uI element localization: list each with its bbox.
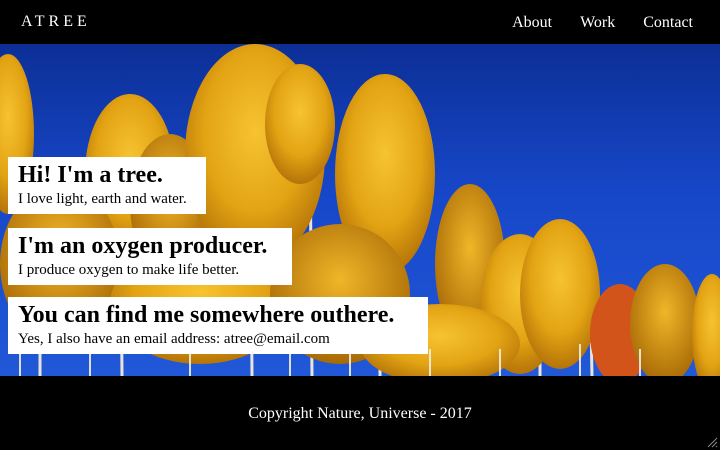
oxygen-card: I'm an oxygen producer. I produce oxygen… (8, 228, 292, 285)
nav-contact-link[interactable]: Contact (643, 14, 693, 32)
resize-grip-icon[interactable] (706, 436, 718, 448)
site-logo[interactable]: ATREE (21, 13, 91, 31)
nav-work-link[interactable]: Work (580, 14, 615, 32)
main-nav: About Work Contact (512, 14, 693, 32)
intro-text: I love light, earth and water. (18, 191, 187, 207)
copyright-text: Copyright Nature, Universe - 2017 (248, 405, 472, 422)
oxygen-text: I produce oxygen to make life better. (18, 262, 240, 278)
site-header: ATREE About Work Contact (0, 0, 720, 44)
nav-about-link[interactable]: About (512, 14, 552, 32)
intro-heading: Hi! I'm a tree. (18, 162, 163, 188)
oxygen-heading: I'm an oxygen producer. (18, 233, 268, 259)
contact-card: You can find me somewhere outhere. Yes, … (8, 297, 428, 354)
intro-card: Hi! I'm a tree. I love light, earth and … (8, 157, 206, 214)
contact-heading: You can find me somewhere outhere. (18, 302, 395, 328)
site-footer: Copyright Nature, Universe - 2017 (0, 376, 720, 450)
contact-text: Yes, I also have an email address: atree… (18, 331, 330, 347)
hero-banner: Hi! I'm a tree. I love light, earth and … (0, 44, 720, 376)
